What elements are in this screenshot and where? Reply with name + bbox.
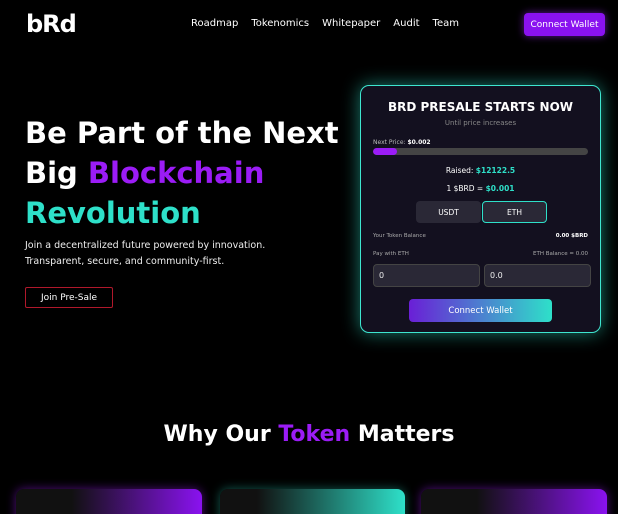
presale-progress-bar [373, 148, 588, 155]
raised-value: $12122.5 [475, 166, 516, 175]
token-balance-label: Your Token Balance [373, 233, 426, 239]
next-price-text: Next Price: [373, 139, 408, 146]
hero-line-2: Big Blockchain [25, 153, 339, 193]
hero-line-1: Be Part of the Next [25, 116, 339, 150]
token-price-label: 1 $BRD = [446, 184, 486, 193]
presale-progress-fill [373, 148, 397, 155]
token-balance-value: 0.00 $BRD [555, 233, 588, 239]
eth-balance-label: ETH Balance = 0.00 [532, 251, 588, 257]
next-price-value: $0.002 [407, 139, 431, 146]
hero-subtitle: Join a decentralized future powered by i… [25, 238, 265, 270]
presale-connect-wallet-button[interactable]: Connect Wallet [409, 299, 552, 322]
receive-amount-input[interactable]: 0.0 [484, 264, 591, 287]
raised-label: Raised: [445, 166, 476, 175]
token-price-value: $0.001 [485, 184, 515, 193]
token-price: 1 $BRD = $0.001 [361, 184, 600, 193]
hero-sub-line-2: Transparent, secure, and community-first… [25, 256, 225, 267]
usdt-tab[interactable]: USDT [416, 201, 481, 223]
section-title: Why Our Token Matters [0, 422, 618, 447]
hero-word-big: Big [25, 156, 88, 190]
feature-card-1 [16, 489, 202, 514]
hero-title: Be Part of the Next Big Blockchain Revol… [25, 113, 339, 233]
nav-item-whitepaper[interactable]: Whitepaper [322, 18, 380, 29]
nav-item-roadmap[interactable]: Roadmap [191, 18, 238, 29]
eth-tab[interactable]: ETH [482, 201, 547, 223]
nav-item-audit[interactable]: Audit [393, 18, 419, 29]
connect-wallet-button[interactable]: Connect Wallet [524, 13, 605, 36]
main-nav: Roadmap Tokenomics Whitepaper Audit Team [191, 18, 459, 29]
raised-amount: Raised: $12122.5 [361, 166, 600, 175]
hero-sub-line-1: Join a decentralized future powered by i… [25, 240, 266, 251]
pay-with-label: Pay with ETH [373, 251, 409, 257]
section-title-part-1: Why Our [163, 422, 279, 447]
feature-card-2 [220, 489, 405, 514]
nav-item-team[interactable]: Team [433, 18, 459, 29]
join-presale-button[interactable]: Join Pre-Sale [25, 287, 113, 308]
hero-word-blockchain: Blockchain [87, 156, 265, 190]
feature-card-3 [421, 489, 607, 514]
next-price-label: Next Price: $0.002 [373, 139, 431, 146]
presale-title: BRD PRESALE STARTS NOW [387, 100, 574, 114]
section-title-part-3: Matters [350, 422, 455, 447]
hero-line-3: Revolution [25, 196, 201, 230]
brand-logo[interactable]: bRd [26, 10, 77, 38]
presale-subtitle: Until price increases [444, 119, 517, 127]
nav-item-tokenomics[interactable]: Tokenomics [251, 18, 309, 29]
presale-card: BRD PRESALE STARTS NOW Until price incre… [360, 85, 601, 333]
section-title-token: Token [278, 422, 351, 447]
pay-amount-input[interactable]: 0 [373, 264, 480, 287]
